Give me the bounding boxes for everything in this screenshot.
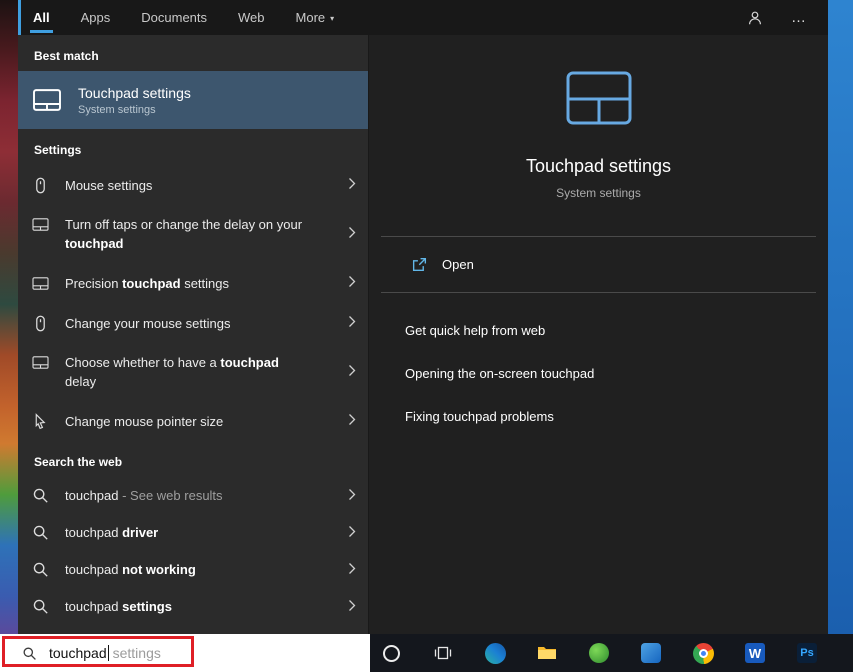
taskbar-search-field[interactable]: touchpad settings: [0, 634, 370, 672]
help-link[interactable]: Fixing touchpad problems: [405, 409, 554, 424]
best-match-text: Touchpad settings System settings: [78, 85, 191, 116]
search-icon: [32, 598, 49, 615]
chevron-right-icon: [348, 316, 356, 331]
result-row[interactable]: touchpad not working: [18, 551, 368, 588]
tab-label: All: [33, 10, 50, 25]
touchpad-icon: [32, 354, 49, 371]
result-text: touchpad settings: [65, 597, 311, 616]
task-view-icon[interactable]: [430, 640, 456, 666]
preview-subtitle: System settings: [369, 186, 828, 200]
result-row[interactable]: Precision touchpad settings: [18, 263, 368, 303]
edge-icon[interactable]: [482, 640, 508, 666]
result-text: touchpad driver: [65, 523, 311, 542]
result-text: Mouse settings: [65, 176, 311, 195]
result-text: Change mouse pointer size: [65, 412, 311, 431]
help-link[interactable]: Opening the on-screen touchpad: [405, 366, 594, 381]
result-row[interactable]: touchpad - See web results: [18, 477, 368, 514]
pointer-icon: [32, 413, 49, 430]
search-icon: [32, 561, 49, 578]
chevron-right-icon: [348, 178, 356, 193]
photoshop-icon[interactable]: Ps: [794, 640, 820, 666]
touchpad-icon: [32, 275, 49, 292]
screen: All Apps Documents Web More ▾ … Best match: [0, 0, 853, 672]
tab-apps[interactable]: Apps: [78, 0, 114, 35]
tab-label: Documents: [141, 10, 207, 25]
preview-panel: Touchpad settings System settings Open G…: [368, 35, 828, 634]
result-text: touchpad not working: [65, 560, 311, 579]
result-row[interactable]: touchpad: [18, 625, 368, 634]
chrome-icon[interactable]: [690, 640, 716, 666]
desktop-wallpaper-right-edge: [828, 0, 853, 634]
word-icon[interactable]: W: [742, 640, 768, 666]
mouse-icon: [32, 177, 49, 194]
search-results-area: Best match Touchpad settings System sett…: [18, 35, 828, 634]
chevron-right-icon: [348, 227, 356, 242]
result-row[interactable]: Turn off taps or change the delay on you…: [18, 205, 368, 263]
best-match-subtitle: System settings: [78, 104, 191, 116]
chevron-right-icon: [348, 414, 356, 429]
more-options-icon[interactable]: …: [791, 9, 808, 26]
taskbar: touchpad settings W Ps: [0, 634, 853, 672]
tab-label: More: [296, 10, 326, 25]
touchpad-icon: [32, 87, 62, 113]
help-header: Get quick help from web: [369, 293, 828, 338]
chevron-right-icon: [348, 276, 356, 291]
result-row[interactable]: Change your mouse settings: [18, 303, 368, 343]
tab-label: Apps: [81, 10, 111, 25]
open-icon: [411, 256, 428, 273]
result-text: Change your mouse settings: [65, 314, 311, 333]
section-header: Search the web: [18, 441, 368, 477]
chevron-right-icon: [348, 488, 356, 503]
chevron-right-icon: [348, 365, 356, 380]
open-label: Open: [442, 257, 474, 272]
result-text: touchpad - See web results: [65, 486, 311, 505]
section-header: Settings: [18, 129, 368, 165]
tab-web[interactable]: Web: [235, 0, 268, 35]
chevron-right-icon: [348, 525, 356, 540]
result-text: Choose whether to have a touchpad delay: [65, 353, 311, 391]
tab-all[interactable]: All: [30, 0, 53, 35]
taskbar-icons: W Ps: [370, 640, 853, 666]
search-suggestion-text: settings: [109, 645, 161, 661]
result-row[interactable]: Mouse settings: [18, 165, 368, 205]
search-flyout-window: All Apps Documents Web More ▾ … Best match: [18, 0, 828, 634]
topbar-actions: …: [747, 0, 828, 35]
file-explorer-icon[interactable]: [534, 640, 560, 666]
tab-more[interactable]: More ▾: [293, 0, 338, 35]
desktop-wallpaper-left-edge: [0, 0, 18, 634]
search-icon: [22, 646, 37, 661]
open-action[interactable]: Open: [369, 237, 828, 292]
account-icon[interactable]: [747, 10, 763, 26]
result-row[interactable]: touchpad driver: [18, 514, 368, 551]
search-input-value: touchpad: [49, 645, 107, 661]
chevron-right-icon: [348, 599, 356, 614]
best-match-result[interactable]: Touchpad settings System settings: [18, 71, 368, 129]
preview-title: Touchpad settings: [369, 156, 828, 177]
tab-documents[interactable]: Documents: [138, 0, 210, 35]
search-filter-bar: All Apps Documents Web More ▾ …: [18, 0, 828, 35]
help-links: Opening the on-screen touchpad Fixing tou…: [369, 366, 828, 424]
search-icon: [32, 487, 49, 504]
dropdown-arrow-icon: ▾: [330, 14, 334, 23]
app-blue-icon[interactable]: [638, 640, 664, 666]
touchpad-icon: [32, 216, 49, 233]
app-green-icon[interactable]: [586, 640, 612, 666]
search-icon: [32, 524, 49, 541]
result-sections: Settings Mouse settings Turn off taps or c…: [18, 129, 368, 634]
result-text: Precision touchpad settings: [65, 274, 311, 293]
best-match-header: Best match: [18, 35, 368, 71]
result-tabs: All Apps Documents Web More ▾: [30, 0, 362, 35]
tab-label: Web: [238, 10, 265, 25]
cortana-icon[interactable]: [378, 640, 404, 666]
result-row[interactable]: Change mouse pointer size: [18, 401, 368, 441]
mouse-icon: [32, 315, 49, 332]
results-panel: Best match Touchpad settings System sett…: [18, 35, 368, 634]
result-text: Turn off taps or change the delay on you…: [65, 215, 311, 253]
chevron-right-icon: [348, 562, 356, 577]
best-match-title: Touchpad settings: [78, 85, 191, 101]
result-row[interactable]: touchpad settings: [18, 588, 368, 625]
touchpad-large-icon: [369, 71, 828, 130]
result-row[interactable]: Choose whether to have a touchpad delay: [18, 343, 368, 401]
